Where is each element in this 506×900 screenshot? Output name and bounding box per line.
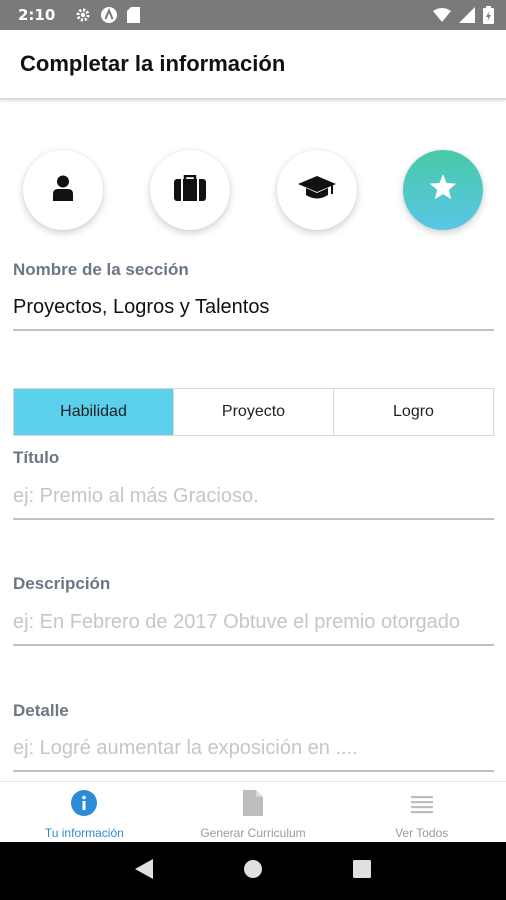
system-navigation-bar <box>0 842 506 900</box>
briefcase-icon <box>174 174 206 206</box>
detalle-underline <box>13 770 494 772</box>
step-experience-button[interactable] <box>150 150 230 230</box>
bottom-navigation: Tu información Generar Curriculum Ver To… <box>0 781 506 842</box>
sd-card-icon <box>127 7 141 23</box>
type-segmented-control: Habilidad Proyecto Logro <box>13 388 494 436</box>
app-bar: Completar la información <box>0 30 506 100</box>
a-circle-icon <box>100 6 118 24</box>
person-icon <box>52 175 74 206</box>
detalle-input[interactable]: ej: Logré aumentar la exposición en .... <box>13 730 494 766</box>
settings-icon <box>75 7 91 23</box>
list-icon <box>410 790 434 821</box>
status-right-icons <box>433 6 494 24</box>
section-name-underline <box>13 329 494 331</box>
titulo-input[interactable]: ej: Premio al más Gracioso. <box>13 478 494 514</box>
battery-icon <box>483 6 494 24</box>
tab-proyecto[interactable]: Proyecto <box>174 389 334 435</box>
nav-generar-curriculum[interactable]: Generar Curriculum <box>169 782 338 842</box>
star-icon <box>429 174 457 206</box>
tab-logro[interactable]: Logro <box>334 389 493 435</box>
status-bar: 2:10 <box>0 0 506 30</box>
descripcion-label: Descripción <box>13 574 111 593</box>
section-name-input[interactable]: Proyectos, Logros y Talentos <box>13 296 269 319</box>
wifi-icon <box>433 8 451 22</box>
document-icon <box>243 790 263 821</box>
graduation-cap-icon <box>298 175 336 206</box>
info-icon <box>71 790 98 821</box>
titulo-label: Título <box>13 448 60 467</box>
nav-ver-todos[interactable]: Ver Todos <box>337 782 506 842</box>
descripcion-underline <box>13 644 494 646</box>
nav-tu-informacion[interactable]: Tu información <box>0 782 169 842</box>
home-icon[interactable] <box>243 859 263 884</box>
titulo-underline <box>13 518 494 520</box>
signal-icon <box>459 7 475 23</box>
nav-label: Tu información <box>44 826 124 840</box>
status-time: 2:10 <box>18 6 56 24</box>
step-education-button[interactable] <box>277 150 357 230</box>
nav-label: Generar Curriculum <box>200 826 306 840</box>
detalle-label: Detalle <box>13 701 69 720</box>
page-title: Completar la información <box>20 51 286 76</box>
tab-habilidad[interactable]: Habilidad <box>14 389 174 435</box>
nav-label: Ver Todos <box>395 826 449 840</box>
step-personal-button[interactable] <box>23 150 103 230</box>
status-left-icons <box>75 6 141 24</box>
step-talents-button[interactable] <box>403 150 483 230</box>
section-name-label: Nombre de la sección <box>13 260 189 279</box>
recents-icon[interactable] <box>353 859 371 883</box>
descripcion-input[interactable]: ej: En Febrero de 2017 Obtuve el premio … <box>13 604 494 640</box>
back-icon[interactable] <box>135 858 153 884</box>
